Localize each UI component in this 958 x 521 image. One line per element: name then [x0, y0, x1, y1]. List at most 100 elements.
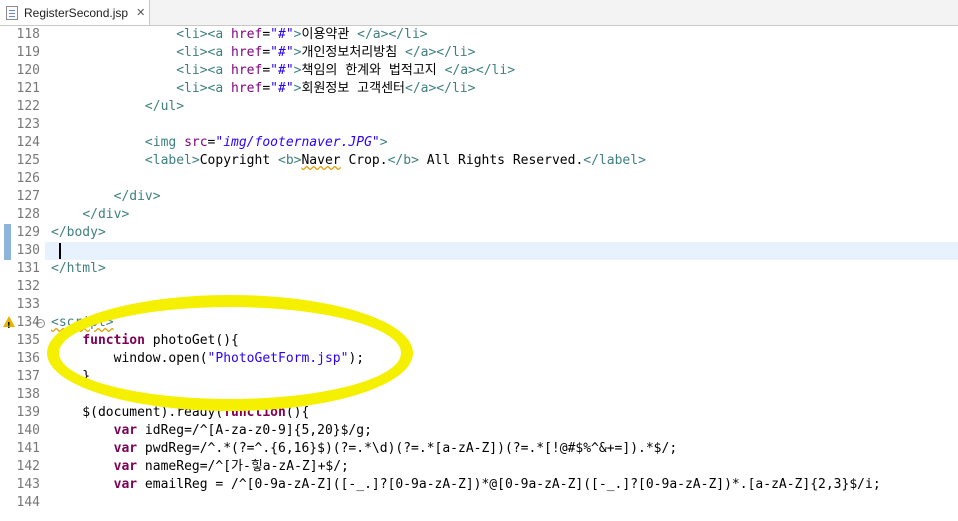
code-token: "#" [270, 63, 294, 78]
code-line[interactable]: 123 [0, 116, 958, 134]
code-token: href [231, 81, 263, 96]
line-number: 135 [16, 333, 40, 348]
code-line[interactable]: 135 function photoGet(){ [0, 332, 958, 350]
text-caret [59, 243, 61, 259]
code-line[interactable]: 121 <li><a href="#">회원정보 고객센터</a></li> [0, 80, 958, 98]
line-gutter: 123 [0, 116, 44, 134]
line-gutter: 122 [0, 98, 44, 116]
code-token: <label> [144, 153, 200, 168]
code-token: photoGet(){ [144, 333, 239, 348]
code-text: <li><a href="#">이용약관 </a></li> [51, 26, 427, 44]
code-line[interactable]: 118 <li><a href="#">이용약관 </a></li> [0, 26, 958, 44]
code-text: <li><a href="#">책임의 한계와 법적고지 </a></li> [51, 62, 515, 80]
code-token: = [262, 81, 271, 96]
line-gutter: 121 [0, 80, 44, 98]
change-marker [4, 224, 11, 242]
code-line[interactable]: 120 <li><a href="#">책임의 한계와 법적고지 </a></l… [0, 62, 958, 80]
line-number: 136 [16, 351, 40, 366]
line-number: 138 [16, 387, 40, 402]
line-gutter: 124 [0, 134, 44, 152]
line-gutter: 135 [0, 332, 44, 350]
code-token: <b> [278, 153, 302, 168]
code-line[interactable]: 124 <img src="img/footernaver.JPG"> [0, 134, 958, 152]
code-line[interactable]: 136 window.open("PhotoGetForm.jsp"); [0, 350, 958, 368]
line-number: 144 [16, 495, 40, 510]
code-line[interactable]: 141 var pwdReg=/^.*(?=^.{6,16}$)(?=.*\d)… [0, 440, 958, 458]
line-number: 131 [16, 261, 40, 276]
line-gutter: 130 [0, 242, 44, 260]
code-text: var nameReg=/^[가-힣a-zA-Z]+$/; [51, 458, 349, 476]
line-number: 125 [16, 153, 40, 168]
code-token: </label> [583, 153, 646, 168]
code-text: </html> [51, 260, 106, 278]
code-token: function [223, 405, 286, 420]
tab-registersecond-jsp[interactable]: RegisterSecond.jsp ✕ [0, 0, 150, 25]
code-line[interactable]: 138 [0, 386, 958, 404]
line-gutter: 138 [0, 386, 44, 404]
code-token: nameReg=/^[가-힣a-zA-Z]+$/; [137, 459, 349, 474]
code-token: </a></li> [405, 45, 476, 60]
code-text: } [51, 368, 90, 386]
code-line[interactable]: 122 </ul> [0, 98, 958, 116]
code-token: "#" [270, 27, 294, 42]
code-line[interactable]: 119 <li><a href="#">개인정보처리방침 </a></li> [0, 44, 958, 62]
code-line[interactable]: 143 var emailReg = /^[0-9a-zA-Z]([-_.]?[… [0, 476, 958, 494]
line-number: 126 [16, 171, 40, 186]
code-token: "#" [270, 45, 294, 60]
code-text: </div> [51, 188, 161, 206]
code-line[interactable]: 126 [0, 170, 958, 188]
code-line[interactable]: 128 </div> [0, 206, 958, 224]
line-number: 120 [16, 63, 40, 78]
code-line[interactable]: 127 </div> [0, 188, 958, 206]
code-token: "PhotoGetForm.jsp" [207, 351, 349, 366]
code-text: <img src="img/footernaver.JPG"> [51, 134, 388, 152]
code-token: idReg=/^[A-za-z0-9]{5,20}$/g; [137, 423, 372, 438]
code-token: } [51, 369, 91, 384]
line-gutter: −134 [0, 314, 45, 335]
code-text: <label>Copyright <b>Naver Crop.</b> All … [51, 152, 646, 170]
code-line[interactable]: 140 var idReg=/^[A-za-z0-9]{5,20}$/g; [0, 422, 958, 440]
code-token: href [231, 27, 263, 42]
code-token: var [113, 441, 138, 456]
code-token: Naver [301, 153, 341, 168]
line-gutter: 132 [0, 278, 44, 296]
close-icon[interactable]: ✕ [136, 6, 145, 19]
current-line-highlight [45, 242, 958, 260]
line-number: 122 [16, 99, 40, 114]
code-line[interactable]: 142 var nameReg=/^[가-힣a-zA-Z]+$/; [0, 458, 958, 476]
code-line[interactable]: 137 } [0, 368, 958, 386]
line-number: 134 [16, 315, 40, 330]
code-token: <li><a [176, 27, 232, 42]
code-line[interactable]: −134 <script> [0, 314, 958, 335]
code-token: = [262, 63, 271, 78]
code-text: var pwdReg=/^.*(?=^.{6,16}$)(?=.*\d)(?=.… [51, 440, 678, 458]
code-line[interactable]: 130 [0, 242, 958, 260]
code-token: "img/footernaver.JPG" [215, 135, 380, 150]
code-token: > [379, 135, 388, 150]
code-token: </b> [387, 153, 419, 168]
code-text: window.open("PhotoGetForm.jsp"); [51, 350, 364, 368]
line-gutter: 142 [0, 458, 44, 476]
line-number: 133 [16, 297, 40, 312]
code-line[interactable]: 144 [0, 494, 958, 512]
code-token: var [113, 477, 138, 492]
code-text: var emailReg = /^[0-9a-zA-Z]([-_.]?[0-9a… [51, 476, 881, 494]
code-text: var idReg=/^[A-za-z0-9]{5,20}$/g; [51, 422, 372, 440]
warning-icon[interactable] [3, 316, 15, 335]
code-line[interactable]: 129 </body> [0, 224, 958, 242]
code-line[interactable]: 139 $(document).ready(function(){ [0, 404, 958, 422]
code-line[interactable]: 125 <label>Copyright <b>Naver Crop.</b> … [0, 152, 958, 170]
code-token: All Rights Reserved. [418, 153, 584, 168]
code-line[interactable]: 132 [0, 278, 958, 296]
line-number: 123 [16, 117, 40, 132]
line-gutter: 136 [0, 350, 44, 368]
code-editor[interactable]: 118 <li><a href="#">이용약관 </a></li> 119 <l… [0, 26, 958, 521]
code-line[interactable]: 133 [0, 296, 958, 314]
code-line[interactable]: 131 </html> [0, 260, 958, 278]
code-text: <script> [51, 314, 114, 332]
code-token: </a></li> [405, 81, 476, 96]
